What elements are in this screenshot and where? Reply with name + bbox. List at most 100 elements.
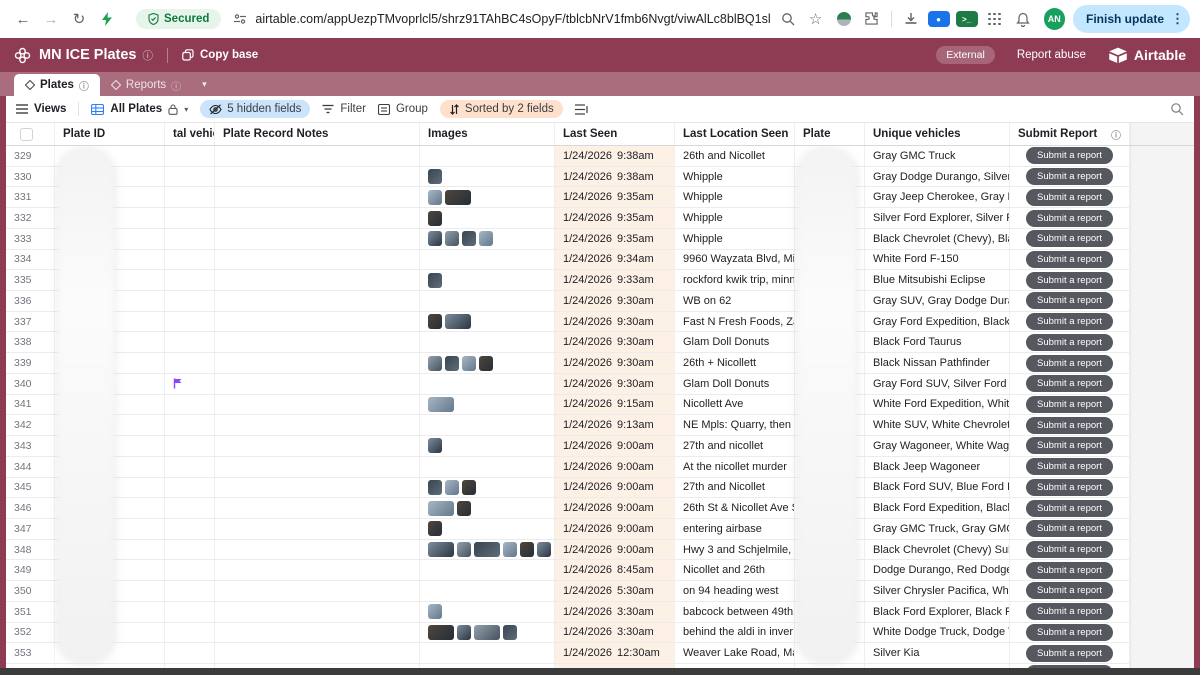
cell-plate-record-notes[interactable] <box>215 457 420 477</box>
cell-unique-vehicles[interactable]: Silver Chrysler Pacifica, White Ch... <box>865 581 1010 601</box>
cell-last-location-seen[interactable]: Weaver Lake Road, Maple... <box>675 643 795 663</box>
vehicle-photo-thumbnail[interactable] <box>503 625 517 640</box>
cell-plate-record-notes[interactable] <box>215 498 420 518</box>
cell-plate-record-notes[interactable] <box>215 602 420 622</box>
forward-icon[interactable]: → <box>38 6 64 32</box>
cell-last-location-seen[interactable]: 26th + Nicollett <box>675 353 795 373</box>
cell-plate-record-notes[interactable] <box>215 415 420 435</box>
copy-base-button[interactable]: Copy base <box>182 49 258 61</box>
search-icon[interactable] <box>775 6 801 32</box>
cell-plate-record-notes[interactable] <box>215 581 420 601</box>
cell-plate-record-notes[interactable] <box>215 353 420 373</box>
table-row[interactable]: 3421/24/20269:13amNE Mpls: Quarry, then … <box>6 415 1194 436</box>
table-row[interactable]: 3311/24/20269:35amWhippleGray Jeep Chero… <box>6 187 1194 208</box>
tab-info-icon[interactable]: ⓘ <box>79 78 89 93</box>
lightning-icon[interactable] <box>94 6 120 32</box>
cell-unique-vehicles[interactable]: Black Nissan Pathfinder <box>865 353 1010 373</box>
cell-images[interactable] <box>420 353 555 373</box>
table-row[interactable]: 3461/24/20269:00am26th St & Nicollet Ave… <box>6 498 1194 519</box>
cell-last-seen[interactable]: 1/24/20268:45am <box>555 560 675 580</box>
table-row[interactable]: 3361/24/20269:30amWB on 62Gray SUV, Gray… <box>6 291 1194 312</box>
cell-last-location-seen[interactable]: entering airbase <box>675 519 795 539</box>
tab-plates[interactable]: Plates ⓘ <box>14 74 100 96</box>
cell-plate-record-notes[interactable] <box>215 664 420 668</box>
cell-rental-vehicle[interactable] <box>165 187 215 207</box>
vehicle-photo-thumbnail[interactable] <box>428 625 454 640</box>
cell-unique-vehicles[interactable]: White Ford Expedition, White Jee... <box>865 395 1010 415</box>
cell-last-location-seen[interactable]: 27th and Nicollet <box>675 478 795 498</box>
submit-report-button[interactable]: Submit a report <box>1026 500 1113 517</box>
cell-last-seen[interactable]: 1/24/20269:00am <box>555 436 675 456</box>
cell-last-seen[interactable]: 1/24/20269:38am <box>555 167 675 187</box>
cell-rental-vehicle[interactable] <box>165 291 215 311</box>
cell-last-location-seen[interactable]: Glam Doll Donuts <box>675 374 795 394</box>
site-permissions-icon[interactable] <box>233 13 247 25</box>
cell-plate-record-notes[interactable] <box>215 312 420 332</box>
cell-images[interactable] <box>420 395 555 415</box>
cell-rental-vehicle[interactable] <box>165 519 215 539</box>
cell-plate-record-notes[interactable] <box>215 374 420 394</box>
kebab-menu-icon[interactable]: ⋮ <box>1171 11 1184 27</box>
cell-last-location-seen[interactable]: Nicollett Ave <box>675 395 795 415</box>
cell-rental-vehicle[interactable] <box>165 498 215 518</box>
cell-last-seen[interactable]: 1/24/202612:30am <box>555 643 675 663</box>
cell-images[interactable] <box>420 478 555 498</box>
cell-unique-vehicles[interactable]: White Ford F-150 <box>865 250 1010 270</box>
cell-unique-vehicles[interactable]: Dodge Durango, Red Dodge Dur... <box>865 560 1010 580</box>
table-row[interactable]: 3351/24/20269:33amrockford kwik trip, mi… <box>6 270 1194 291</box>
apps-grid-icon[interactable] <box>982 6 1008 32</box>
vehicle-photo-thumbnail[interactable] <box>428 604 442 619</box>
cell-unique-vehicles[interactable]: Silver Ford Explorer, Silver Ford S... <box>865 208 1010 228</box>
cell-last-location-seen[interactable]: 26th and Nicollet <box>675 146 795 166</box>
vehicle-photo-thumbnail[interactable] <box>428 314 442 329</box>
vehicle-photo-thumbnail[interactable] <box>520 542 534 557</box>
vehicle-photo-thumbnail[interactable] <box>445 314 471 329</box>
table-row[interactable]: 3491/24/20268:45amNicollet and 26thDodge… <box>6 560 1194 581</box>
column-header-unique-vehicles[interactable]: Unique vehicles <box>865 123 1010 145</box>
submit-report-button[interactable]: Submit a report <box>1026 375 1113 392</box>
table-row[interactable]: 3451/24/20269:00am27th and NicolletBlack… <box>6 478 1194 499</box>
table-row[interactable]: 3391/24/20269:30am26th + NicollettBlack … <box>6 353 1194 374</box>
tab-info-icon[interactable]: ⓘ <box>171 78 181 93</box>
cell-rental-vehicle[interactable] <box>165 560 215 580</box>
reload-icon[interactable]: ↻ <box>66 6 92 32</box>
table-row[interactable]: 3511/24/20263:30ambabcock between 49th a… <box>6 602 1194 623</box>
submit-report-button[interactable]: Submit a report <box>1026 437 1113 454</box>
cell-images[interactable] <box>420 664 555 668</box>
cell-unique-vehicles[interactable]: Black Chevrolet (Chevy), Black F... <box>865 229 1010 249</box>
vehicle-photo-thumbnail[interactable] <box>428 169 442 184</box>
cell-plate-record-notes[interactable] <box>215 229 420 249</box>
vehicle-photo-thumbnail[interactable] <box>457 625 471 640</box>
address-bar[interactable]: airtable.com/appUezpTMvoprlcl5/shrz91TAh… <box>255 12 770 26</box>
submit-report-button[interactable]: Submit a report <box>1026 520 1113 537</box>
hidden-fields-button[interactable]: 5 hidden fields <box>200 100 310 118</box>
cell-unique-vehicles[interactable]: White SUV, White Chevrolet (Che... <box>865 415 1010 435</box>
cell-last-seen[interactable]: 1/24/20269:35am <box>555 208 675 228</box>
cell-last-location-seen[interactable]: Glam Doll Donuts <box>675 332 795 352</box>
cell-images[interactable] <box>420 208 555 228</box>
cell-last-seen[interactable]: 1/24/202612:00am <box>555 664 675 668</box>
cell-last-location-seen[interactable]: Nicollet and 26th <box>675 560 795 580</box>
cell-rental-vehicle[interactable] <box>165 146 215 166</box>
cell-unique-vehicles[interactable]: Blue Mitsubishi Eclipse <box>865 270 1010 290</box>
cell-last-seen[interactable]: 1/24/20269:00am <box>555 498 675 518</box>
vehicle-photo-thumbnail[interactable] <box>479 356 493 371</box>
vehicle-photo-thumbnail[interactable] <box>474 542 500 557</box>
submit-report-button[interactable]: Submit a report <box>1026 396 1113 413</box>
cell-rental-vehicle[interactable] <box>165 353 215 373</box>
vehicle-photo-thumbnail[interactable] <box>428 521 442 536</box>
cell-last-seen[interactable]: 1/24/20265:30am <box>555 581 675 601</box>
table-row[interactable]: 3321/24/20269:35amWhippleSilver Ford Exp… <box>6 208 1194 229</box>
bottom-scroll-bar[interactable] <box>0 668 1200 675</box>
cell-last-seen[interactable]: 1/24/20263:30am <box>555 602 675 622</box>
cell-last-seen[interactable]: 1/24/20269:00am <box>555 519 675 539</box>
table-row[interactable]: 3431/24/20269:00am27th and nicolletGray … <box>6 436 1194 457</box>
cell-last-seen[interactable]: 1/24/20269:38am <box>555 146 675 166</box>
cell-last-seen[interactable]: 1/24/20269:00am <box>555 457 675 477</box>
cell-last-location-seen[interactable]: Whipple <box>675 167 795 187</box>
cell-images[interactable] <box>420 270 555 290</box>
submit-report-button[interactable]: Submit a report <box>1026 624 1113 641</box>
cell-plate-record-notes[interactable] <box>215 478 420 498</box>
vehicle-photo-thumbnail[interactable] <box>428 480 442 495</box>
submit-report-button[interactable]: Submit a report <box>1026 313 1113 330</box>
